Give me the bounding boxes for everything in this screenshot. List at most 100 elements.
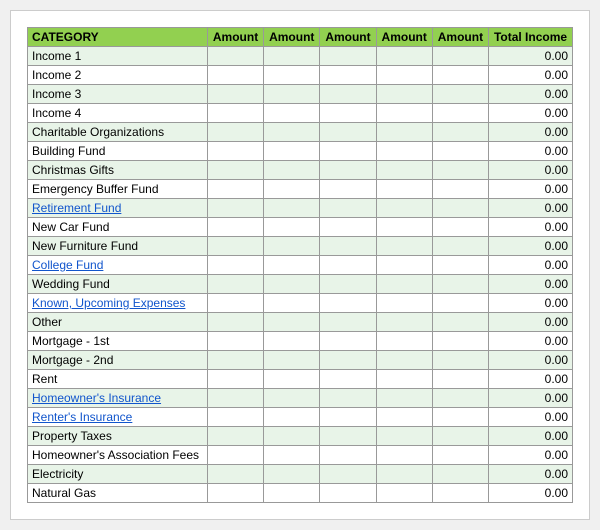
table-row: Christmas Gifts 0.00	[28, 161, 573, 180]
amount-cell	[432, 389, 488, 408]
amount-cell	[376, 427, 432, 446]
amount-cell	[432, 484, 488, 503]
amount-cell	[207, 256, 263, 275]
amount-cell	[432, 180, 488, 199]
amount-cell	[376, 104, 432, 123]
category-cell: Homeowner's Insurance	[28, 389, 208, 408]
table-row: Income 30.00	[28, 85, 573, 104]
table-row: New Car Fund0.00	[28, 218, 573, 237]
amount-cell	[432, 256, 488, 275]
amount-cell	[376, 351, 432, 370]
amount-cell	[432, 370, 488, 389]
amount-cell	[264, 218, 320, 237]
amount-cell	[376, 180, 432, 199]
amount-cell	[264, 332, 320, 351]
category-cell: Income 3	[28, 85, 208, 104]
amount-cell	[264, 47, 320, 66]
table-row: Wedding Fund 0.00	[28, 275, 573, 294]
amount-cell	[432, 104, 488, 123]
amount-cell	[432, 408, 488, 427]
amount-cell	[320, 484, 376, 503]
table-row: Known, Upcoming Expenses0.00	[28, 294, 573, 313]
amount-cell	[264, 85, 320, 104]
amount-cell	[320, 351, 376, 370]
table-row: Emergency Buffer Fund0.00	[28, 180, 573, 199]
total-cell: 0.00	[489, 332, 573, 351]
category-link[interactable]: Homeowner's Insurance	[32, 391, 161, 405]
category-link[interactable]: Retirement Fund	[32, 201, 121, 215]
amount-cell	[376, 294, 432, 313]
table-row: Electricity0.00	[28, 465, 573, 484]
amount-cell	[320, 123, 376, 142]
amount-cell	[264, 351, 320, 370]
table-row: Income 20.00	[28, 66, 573, 85]
amount-cell	[320, 47, 376, 66]
amount-cell	[264, 465, 320, 484]
amount-cell	[376, 66, 432, 85]
total-cell: 0.00	[489, 370, 573, 389]
amount-cell	[376, 465, 432, 484]
amount-cell	[432, 142, 488, 161]
category-link[interactable]: Known, Upcoming Expenses	[32, 296, 185, 310]
amount-cell	[376, 408, 432, 427]
category-link[interactable]: Renter's Insurance	[32, 410, 132, 424]
amount-cell	[320, 465, 376, 484]
table-row: Income 10.00	[28, 47, 573, 66]
amount-cell	[432, 123, 488, 142]
table-row: Homeowner's Association Fees0.00	[28, 446, 573, 465]
amount-cell	[376, 142, 432, 161]
total-cell: 0.00	[489, 484, 573, 503]
amount-cell	[376, 218, 432, 237]
total-cell: 0.00	[489, 313, 573, 332]
table-row: Income 40.00	[28, 104, 573, 123]
total-cell: 0.00	[489, 161, 573, 180]
total-cell: 0.00	[489, 275, 573, 294]
amount-cell	[207, 484, 263, 503]
amount-cell	[320, 218, 376, 237]
amount-cell	[432, 85, 488, 104]
amount-cell	[320, 332, 376, 351]
category-cell: Building Fund	[28, 142, 208, 161]
category-cell: Charitable Organizations	[28, 123, 208, 142]
amount-cell	[432, 218, 488, 237]
spreadsheet-container: CATEGORY Amount Amount Amount Amount Amo…	[10, 10, 590, 520]
amount-cell	[207, 332, 263, 351]
amount-cell	[207, 294, 263, 313]
amount-cell	[207, 85, 263, 104]
amount-cell	[264, 66, 320, 85]
amount-cell	[320, 370, 376, 389]
category-cell: Wedding Fund	[28, 275, 208, 294]
amount-cell	[264, 161, 320, 180]
amount-cell	[207, 123, 263, 142]
amount-cell	[432, 294, 488, 313]
category-cell: Homeowner's Association Fees	[28, 446, 208, 465]
table-row: College Fund0.00	[28, 256, 573, 275]
category-link[interactable]: College Fund	[32, 258, 103, 272]
table-row: Homeowner's Insurance 0.00	[28, 389, 573, 408]
amount-cell	[376, 484, 432, 503]
amount-cell	[207, 351, 263, 370]
amount-cell	[432, 199, 488, 218]
table-row: Mortgage - 2nd0.00	[28, 351, 573, 370]
category-cell: Christmas Gifts	[28, 161, 208, 180]
category-cell: Known, Upcoming Expenses	[28, 294, 208, 313]
amount-cell	[432, 275, 488, 294]
table-row: Other0.00	[28, 313, 573, 332]
total-cell: 0.00	[489, 389, 573, 408]
amount-cell	[320, 161, 376, 180]
table-row: Building Fund0.00	[28, 142, 573, 161]
category-cell: Retirement Fund	[28, 199, 208, 218]
amount-cell	[207, 408, 263, 427]
table-row: Natural Gas0.00	[28, 484, 573, 503]
table-row: Retirement Fund0.00	[28, 199, 573, 218]
amount-cell	[207, 446, 263, 465]
budget-table: CATEGORY Amount Amount Amount Amount Amo…	[27, 27, 573, 503]
amount-cell	[432, 446, 488, 465]
category-cell: New Furniture Fund	[28, 237, 208, 256]
category-cell: Income 1	[28, 47, 208, 66]
total-cell: 0.00	[489, 180, 573, 199]
amount-cell	[320, 427, 376, 446]
category-cell: Property Taxes	[28, 427, 208, 446]
table-row: New Furniture Fund0.00	[28, 237, 573, 256]
amount-cell	[376, 446, 432, 465]
